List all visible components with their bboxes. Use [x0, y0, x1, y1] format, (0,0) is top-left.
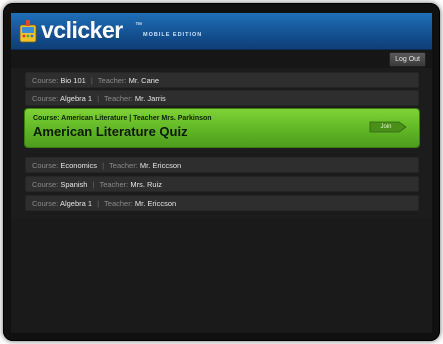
course-row-bio-101[interactable]: Course: Bio 101 | Teacher: Mr. Cane [25, 72, 419, 88]
active-session-card[interactable]: Course: American Literature | Teacher Mr… [25, 109, 419, 147]
teacher-name: Mr. Ericcson [134, 199, 177, 208]
course-name: Economics [60, 161, 98, 170]
empty-list-area [11, 218, 432, 333]
app-logo-text: vclicker [41, 17, 123, 43]
teacher-name: Mr. Ericcson [139, 161, 182, 170]
course-name: Bio 101 [60, 76, 86, 85]
course-label: Course: [32, 180, 59, 189]
clicker-logo-icon [19, 20, 37, 43]
teacher-name: Mrs. Ruiz [130, 180, 163, 189]
separator: | [97, 199, 100, 208]
top-toolbar: Log Out [11, 50, 432, 68]
course-row-spanish[interactable]: Course: Spanish | Teacher: Mrs. Ruiz [25, 176, 419, 192]
join-button-label: Join [380, 124, 392, 130]
teacher-label: Teacher: [104, 199, 133, 208]
course-name: Algebra 1 [59, 94, 93, 103]
course-row-algebra-1[interactable]: Course: Algebra 1 | Teacher: Mr. Jarris [25, 90, 419, 106]
device-frame: vclicker ™ MOBILE EDITION Log Out Course… [3, 3, 440, 341]
course-name: Spanish [60, 180, 88, 189]
course-name: Algebra 1 [59, 199, 93, 208]
trademark-mark: ™ [135, 22, 142, 29]
app-edition-label: MOBILE EDITION [143, 32, 203, 38]
teacher-name: Mr. Cane [128, 76, 160, 85]
teacher-label: Teacher: [99, 180, 129, 189]
join-button[interactable]: Join [369, 121, 407, 133]
teacher-label: Teacher: [104, 94, 133, 103]
active-session-title: American Literature Quiz [33, 124, 188, 139]
logout-button[interactable]: Log Out [389, 52, 426, 67]
course-label: Course: [32, 199, 59, 208]
app-header: vclicker ™ MOBILE EDITION [11, 13, 432, 50]
separator: | [90, 76, 93, 85]
teacher-name: Mr. Jarris [134, 94, 166, 103]
active-session-subtitle: Course: American Literature | Teacher Mr… [33, 115, 212, 122]
course-label: Course: [32, 76, 59, 85]
teacher-label: Teacher: [97, 76, 127, 85]
app-screen: vclicker ™ MOBILE EDITION Log Out Course… [11, 13, 432, 333]
course-row-economics[interactable]: Course: Economics | Teacher: Mr. Ericcso… [25, 157, 419, 173]
separator: | [92, 180, 95, 189]
teacher-label: Teacher: [109, 161, 138, 170]
course-row-algebra-1-ericcson[interactable]: Course: Algebra 1 | Teacher: Mr. Ericcso… [25, 195, 419, 211]
course-label: Course: [32, 161, 59, 170]
separator: | [102, 161, 105, 170]
course-label: Course: [32, 94, 59, 103]
separator: | [97, 94, 100, 103]
